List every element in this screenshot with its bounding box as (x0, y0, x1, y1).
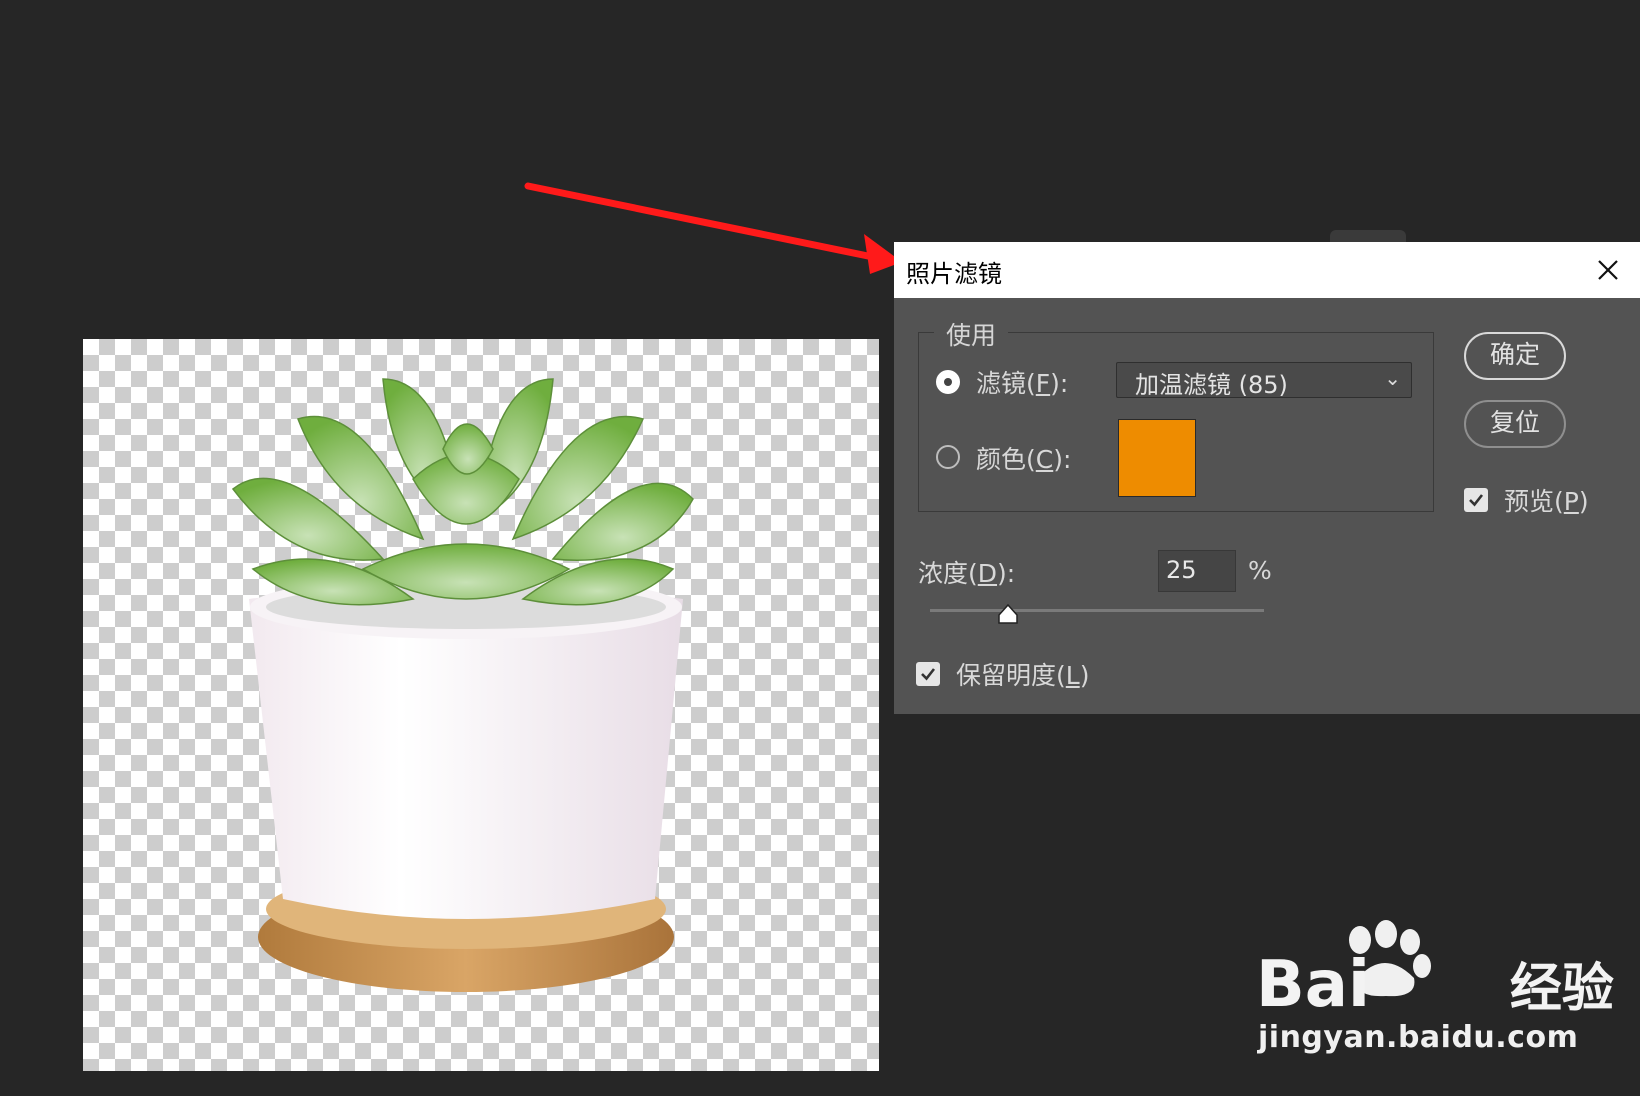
chevron-down-icon: ⌄ (1384, 366, 1401, 390)
dialog-title: 照片滤镜 (906, 260, 1002, 288)
density-slider-track[interactable] (930, 609, 1264, 612)
color-swatch[interactable] (1118, 419, 1196, 497)
preview-label: 预览(P) (1504, 487, 1589, 516)
checkmark-icon (1469, 494, 1484, 507)
filter-select-value: 加温滤镜 (85) (1135, 371, 1288, 399)
preview-checkbox[interactable] (1464, 488, 1488, 512)
watermark-brand: Bai 经验 (1256, 948, 1614, 1022)
filter-label: 滤镜(F): (976, 369, 1069, 398)
preserve-luminosity-checkbox[interactable] (916, 662, 940, 686)
color-radio[interactable] (936, 445, 960, 469)
use-group-label: 使用 (934, 316, 1009, 352)
close-icon[interactable] (1594, 256, 1622, 284)
density-slider-thumb[interactable] (997, 603, 1019, 625)
density-label: 浓度(D): (918, 559, 1016, 588)
color-label: 颜色(C): (976, 445, 1072, 474)
reset-button[interactable]: 复位 (1464, 400, 1566, 448)
dialog-titlebar: 照片滤镜 (894, 242, 1640, 298)
density-input[interactable]: 25 (1158, 550, 1236, 592)
filter-radio[interactable] (936, 370, 960, 394)
ok-button[interactable]: 确定 (1464, 332, 1566, 380)
filter-select[interactable]: 加温滤镜 (85) ⌄ (1116, 362, 1412, 399)
density-unit: % (1248, 556, 1272, 585)
photo-filter-dialog: 照片滤镜 (894, 242, 1640, 714)
preserve-luminosity-label: 保留明度(L) (956, 661, 1090, 690)
watermark-url: jingyan.baidu.com (1258, 1020, 1579, 1055)
checkmark-icon (921, 668, 936, 681)
